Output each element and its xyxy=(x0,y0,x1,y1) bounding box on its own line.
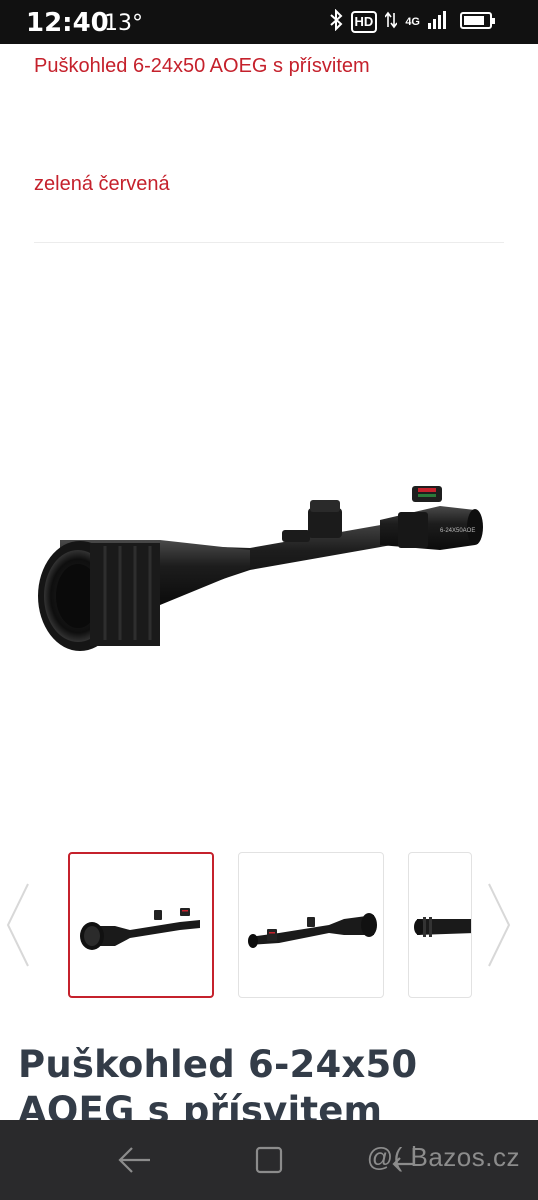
main-product-image[interactable]: 6-24X50AOE xyxy=(20,300,520,820)
signal-icon xyxy=(428,10,448,34)
divider xyxy=(34,242,504,243)
home-button[interactable] xyxy=(249,1140,289,1180)
back-button[interactable] xyxy=(114,1140,154,1180)
chevron-left-icon xyxy=(6,883,29,967)
back-icon xyxy=(118,1147,150,1173)
network-type: 4G xyxy=(405,16,420,28)
chevron-right-icon xyxy=(488,883,511,967)
gallery-prev-button[interactable] xyxy=(4,880,34,970)
scope-label: 6-24X50AOE xyxy=(440,528,475,534)
status-temperature: 13° xyxy=(104,11,143,36)
variant-link[interactable]: zelená červená xyxy=(34,173,170,196)
data-arrows-icon xyxy=(384,11,398,34)
status-icons: HD 4G xyxy=(329,8,448,36)
status-bar: 12:40 13° HD 4G xyxy=(0,0,538,44)
bluetooth-icon xyxy=(329,8,343,36)
battery-icon xyxy=(460,12,495,29)
gallery-thumbnail[interactable] xyxy=(408,852,472,998)
gallery-thumbnail[interactable] xyxy=(238,852,384,998)
gallery-thumbnail[interactable] xyxy=(68,852,214,998)
home-icon xyxy=(255,1146,283,1174)
product-title-link[interactable]: Puškohled 6-24x50 AOEG s přísvitem xyxy=(34,55,370,78)
navigation-bar: @( Bazos.cz xyxy=(0,1120,538,1200)
volte-hd-icon: HD xyxy=(350,11,378,33)
status-time: 12:40 xyxy=(26,8,109,38)
bazos-watermark: @( Bazos.cz xyxy=(366,1142,520,1172)
gallery-next-button[interactable] xyxy=(483,880,513,970)
